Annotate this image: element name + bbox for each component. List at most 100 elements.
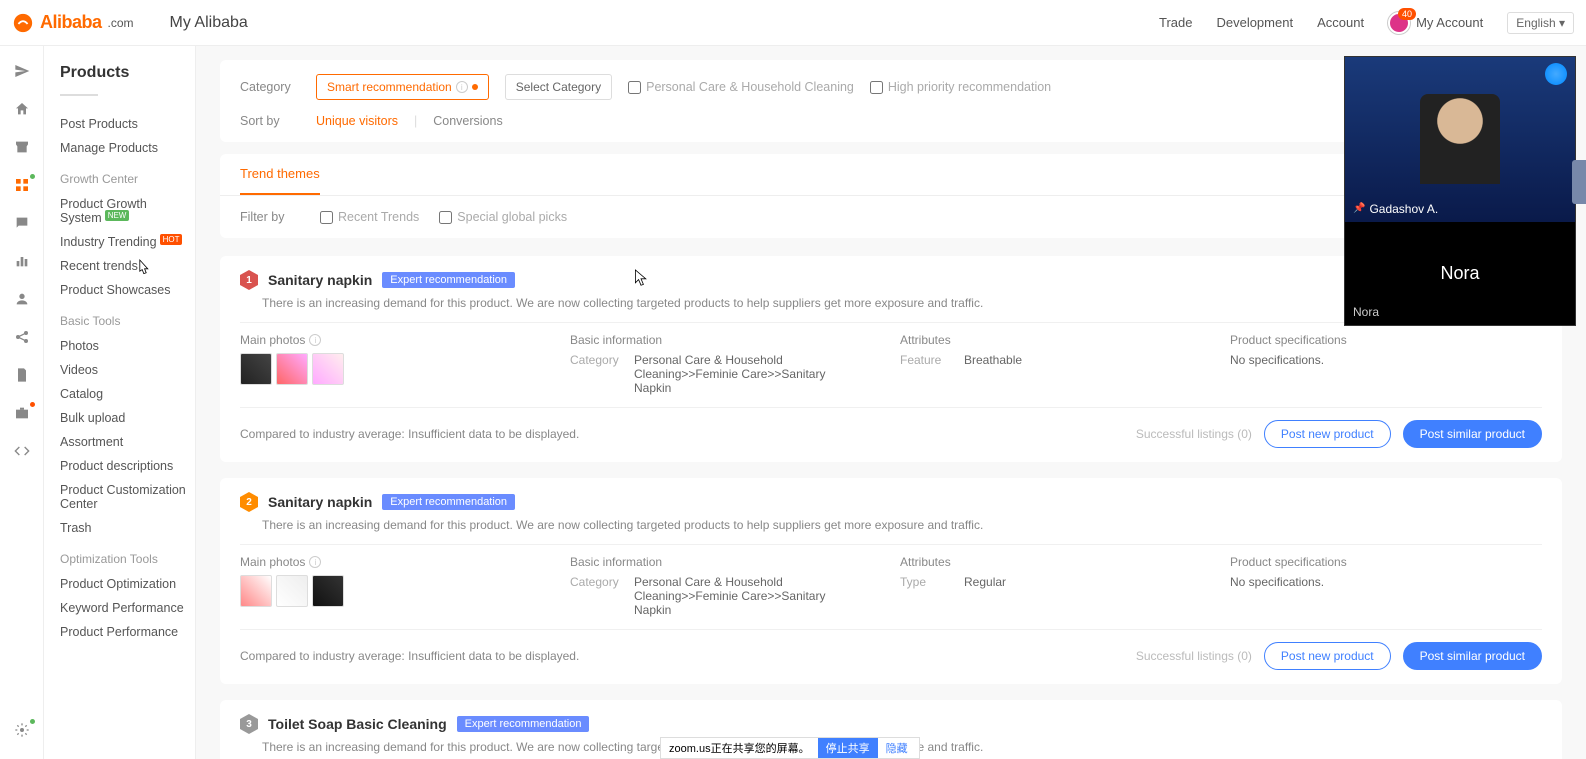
nav-icon-send[interactable] (13, 62, 31, 80)
header: Alibaba.com My Alibaba Trade Development… (0, 0, 1586, 46)
nav-trade[interactable]: Trade (1159, 15, 1192, 30)
zoom-hide-button[interactable]: 隐藏 (886, 740, 908, 756)
nav-icon-settings[interactable] (13, 721, 31, 739)
chk-high-priority[interactable]: High priority recommendation (870, 80, 1051, 94)
spec-value: No specifications. (1230, 575, 1324, 589)
rank-badge: 3 (240, 714, 258, 734)
basic-info-label: Basic information (570, 333, 890, 347)
listings-count: Successful listings (0) (1136, 649, 1252, 663)
video-participant-top: 📌Gadashov A. (1345, 57, 1575, 222)
sort-label: Sort by (240, 114, 300, 128)
sidebar-item-manage-products[interactable]: Manage Products (60, 136, 195, 160)
sidebar-item-trash[interactable]: Trash (60, 516, 195, 540)
sidebar-item-product-customization[interactable]: Product Customization Center (60, 478, 195, 516)
sidebar-item-product-descriptions[interactable]: Product descriptions (60, 454, 195, 478)
product-thumbnail[interactable] (312, 575, 344, 607)
spec-label: Product specifications (1230, 555, 1542, 569)
nav-icon-messages[interactable] (13, 214, 31, 232)
zoom-sharing-bar: zoom.us正在共享您的屏幕。 停止共享 隐藏 (660, 737, 920, 759)
tab-trend-themes[interactable]: Trend themes (240, 154, 320, 195)
nav-icon-briefcase[interactable] (13, 404, 31, 422)
attr-value: Breathable (964, 353, 1022, 367)
logo[interactable]: Alibaba.com (12, 12, 134, 34)
chk-special-picks[interactable]: Special global picks (439, 210, 567, 224)
sidebar-item-product-showcases[interactable]: Product Showcases (60, 278, 195, 302)
nav-icon-code[interactable] (13, 442, 31, 460)
logo-text: Alibaba (40, 12, 102, 33)
sidebar-item-industry-trending[interactable]: Industry TrendingHOT (60, 230, 195, 254)
video-call-overlay[interactable]: 📌Gadashov A. Nora Nora (1344, 56, 1576, 326)
attr-key: Feature (900, 353, 956, 367)
sidebar-item-product-growth-system[interactable]: Product Growth SystemNEW (60, 192, 195, 230)
video-participant-bottom: Nora Nora (1345, 222, 1575, 325)
sidebar-section-label: Growth Center (60, 172, 195, 186)
nav-icon-share[interactable] (13, 328, 31, 346)
category-key: Category (570, 575, 626, 617)
category-value: Personal Care & Household Cleaning>>Femi… (634, 353, 854, 395)
card-title: Sanitary napkin (268, 494, 372, 510)
spec-label: Product specifications (1230, 333, 1542, 347)
post-similar-product-button[interactable]: Post similar product (1403, 642, 1542, 670)
my-account-link[interactable]: 40 My Account (1388, 12, 1483, 34)
main-photos-label: Main photos i (240, 555, 560, 569)
nav-account[interactable]: Account (1317, 15, 1364, 30)
attr-value: Regular (964, 575, 1006, 589)
zoom-stop-button[interactable]: 停止共享 (818, 738, 878, 758)
nav-icon-home[interactable] (13, 100, 31, 118)
nav-icon-products[interactable] (13, 176, 31, 194)
chk-personal-care[interactable]: Personal Care & Household Cleaning (628, 80, 854, 94)
nav-development[interactable]: Development (1216, 15, 1293, 30)
product-thumbnail[interactable] (276, 575, 308, 607)
zoom-text: zoom.us正在共享您的屏幕。 (669, 740, 810, 756)
dot-indicator (472, 84, 478, 90)
header-right: Trade Development Account 40 My Account … (1159, 12, 1574, 34)
side-tab[interactable] (1572, 160, 1586, 204)
page-title: My Alibaba (170, 14, 248, 32)
sidebar-item-photos[interactable]: Photos (60, 334, 195, 358)
sidebar-item-assortment[interactable]: Assortment (60, 430, 195, 454)
language-selector[interactable]: English ▾ (1507, 12, 1574, 34)
sort-unique-visitors[interactable]: Unique visitors (316, 114, 398, 128)
chk-recent-trends[interactable]: Recent Trends (320, 210, 419, 224)
sidebar-item-recent-trends[interactable]: Recent trends (60, 254, 195, 278)
compare-text: Compared to industry average: Insufficie… (240, 427, 579, 441)
sidebar-item-bulk-upload[interactable]: Bulk upload (60, 406, 195, 430)
product-thumbnail[interactable] (240, 353, 272, 385)
nav-icon-contacts[interactable] (13, 290, 31, 308)
sidebar-item-post-products[interactable]: Post Products (60, 112, 195, 136)
nav-icon-store[interactable] (13, 138, 31, 156)
participant-name-top: 📌Gadashov A. (1353, 202, 1438, 216)
post-new-product-button[interactable]: Post new product (1264, 642, 1391, 670)
smart-recommendation-button[interactable]: Smart recommendationi (316, 74, 489, 100)
sidebar-title: Products (60, 64, 98, 96)
info-icon: i (309, 334, 321, 346)
chevron-down-icon: ▾ (1559, 16, 1565, 30)
rank-badge: 2 (240, 492, 258, 512)
attr-key: Type (900, 575, 956, 589)
expert-tag: Expert recommendation (382, 494, 515, 510)
new-badge: NEW (105, 210, 130, 221)
info-icon: i (309, 556, 321, 568)
select-category-button[interactable]: Select Category (505, 74, 612, 100)
category-value: Personal Care & Household Cleaning>>Femi… (634, 575, 854, 617)
sort-conversions[interactable]: Conversions (433, 114, 502, 128)
post-new-product-button[interactable]: Post new product (1264, 420, 1391, 448)
sidebar-section-label: Optimization Tools (60, 552, 195, 566)
sidebar-item-videos[interactable]: Videos (60, 358, 195, 382)
info-icon: i (456, 81, 468, 93)
nav-icon-docs[interactable] (13, 366, 31, 384)
category-key: Category (570, 353, 626, 395)
product-thumbnail[interactable] (312, 353, 344, 385)
filterby-label: Filter by (240, 210, 300, 224)
participant-logo (1545, 63, 1567, 85)
product-thumbnail[interactable] (276, 353, 308, 385)
post-similar-product-button[interactable]: Post similar product (1403, 420, 1542, 448)
sidebar-item-keyword-performance[interactable]: Keyword Performance (60, 596, 195, 620)
nav-icon-analytics[interactable] (13, 252, 31, 270)
sidebar-item-product-performance[interactable]: Product Performance (60, 620, 195, 644)
sidebar-item-catalog[interactable]: Catalog (60, 382, 195, 406)
sidebar-item-product-optimization[interactable]: Product Optimization (60, 572, 195, 596)
iconbar (0, 46, 44, 759)
listings-count: Successful listings (0) (1136, 427, 1252, 441)
product-thumbnail[interactable] (240, 575, 272, 607)
